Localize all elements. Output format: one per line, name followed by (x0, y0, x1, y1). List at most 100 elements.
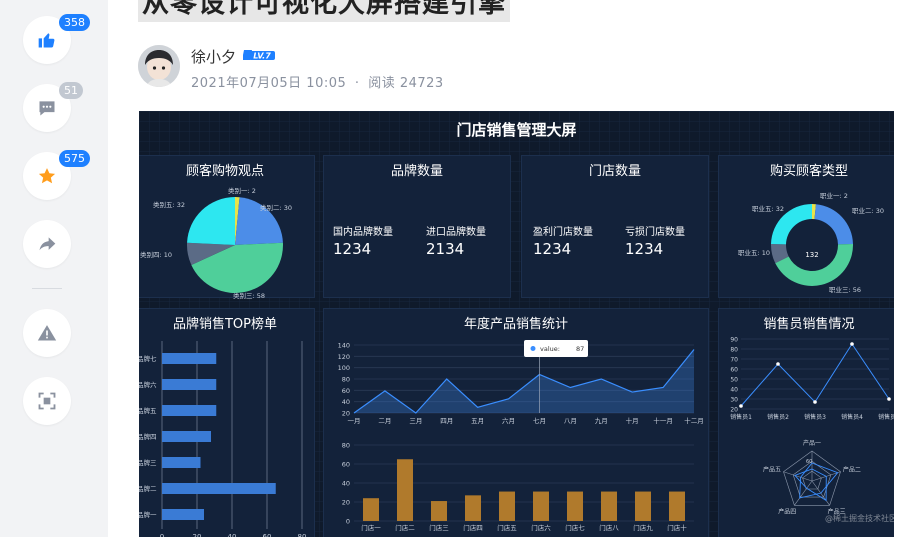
share-button[interactable] (23, 220, 71, 268)
slice-label: 类别一: 2 (228, 186, 256, 195)
article-sidebar: 358 51 575 (0, 0, 108, 537)
category-label: 门店二 (395, 523, 415, 532)
panel-brand-top: 品牌销售TOP榜单 0 20 40 60 80 品牌七 品牌六 品牌五 品牌四 品牌三 品牌二 品牌一 (139, 308, 315, 537)
like-count-badge: 358 (59, 14, 90, 31)
tick-label: 30 (730, 397, 738, 404)
level-text: LV.7 (253, 52, 271, 61)
data-point (813, 400, 817, 404)
stat-value: 1234 (333, 240, 372, 258)
author-name[interactable]: 徐小夕 (191, 46, 236, 67)
category-label: 品牌六 (139, 380, 157, 389)
category-label: 十月 (626, 416, 639, 425)
watermark: @稀土掘金技术社区 (825, 513, 894, 523)
radar-indicator-label: 产品五 (763, 465, 781, 473)
bar (601, 491, 617, 521)
tick-label: 40 (342, 480, 350, 488)
sidebar-divider (32, 288, 62, 289)
collect-button[interactable]: 575 (23, 150, 90, 200)
article-main: 从零设计可视化大屏搭建引擎 徐小夕 LV.7 2021年07月05日 10:05… (108, 0, 918, 537)
category-label: 八月 (564, 417, 577, 425)
bar (162, 405, 217, 416)
bar (162, 509, 204, 520)
category-label: 十二月 (684, 416, 704, 425)
bar (465, 495, 481, 521)
dashboard-screenshot: 门店销售管理大屏 顾客购物观点 类别一: 2 类别二: 30 类别三: 58 类别四:… (139, 111, 894, 537)
tick-label: 20 (730, 407, 738, 414)
fullscreen-button[interactable] (23, 377, 71, 425)
slice-label: 职业一: 2 (820, 191, 848, 200)
tick-label: 20 (193, 533, 202, 537)
bar (397, 459, 413, 521)
comment-icon (39, 101, 55, 116)
category-label: 四月 (440, 417, 453, 425)
tick-label: 20 (342, 499, 350, 507)
tooltip-marker (530, 346, 536, 351)
article-title: 从零设计可视化大屏搭建引擎 (138, 0, 510, 22)
category-label: 七月 (533, 416, 546, 425)
slice-label: 职业五: 10 (738, 248, 770, 257)
tick-label: 140 (338, 342, 350, 350)
stat-label: 盈利门店数量 (533, 227, 593, 238)
data-point (739, 404, 743, 408)
bar (162, 483, 276, 494)
panel-customer-view: 顾客购物观点 类别一: 2 类别二: 30 类别三: 58 类别四: 10 类别五: 3… (139, 155, 315, 299)
category-label: 品牌二 (139, 484, 157, 493)
category-label: 销售员2 (767, 413, 789, 421)
comment-button[interactable]: 51 (23, 82, 83, 132)
author-avatar[interactable] (138, 45, 180, 87)
stat-value: 1234 (533, 240, 572, 258)
slice-label: 职业三: 56 (829, 285, 861, 294)
customer-type-donut-chart: 职业一: 2 职业二: 30 职业三: 56 职业五: 10 职业五: 32 132 (738, 191, 884, 294)
bar (162, 353, 217, 364)
publish-date: 2021年07月05日 10:05 (191, 76, 347, 91)
fullscreen-icon (38, 392, 56, 410)
customer-view-pie-chart: 类别一: 2 类别二: 30 类别三: 58 类别四: 10 类别五: 32 (140, 186, 292, 299)
donut-center-value: 132 (805, 251, 818, 259)
thumbs-up-icon (38, 33, 55, 48)
bar (431, 501, 447, 521)
category-label: 门店六 (531, 523, 551, 532)
category-label: 销售员4 (841, 413, 863, 421)
bar (162, 457, 201, 468)
radar-indicator-label: 产品二 (843, 465, 861, 473)
bar (162, 431, 211, 442)
comment-count-badge: 51 (59, 82, 83, 99)
series-line (740, 343, 890, 407)
pie-slice (187, 197, 235, 245)
category-label: 门店四 (463, 523, 483, 532)
tick-label: 0 (346, 518, 350, 526)
salesperson-charts: 20 30 40 50 60 70 80 90 销售员1 销售员2 销售员3 销售员4 销售员5 产品一产… (730, 337, 894, 524)
star-icon (38, 168, 56, 184)
tick-label: 80 (298, 533, 307, 537)
category-label: 门店一 (361, 523, 381, 532)
category-label: 三月 (409, 417, 422, 425)
report-button[interactable] (23, 309, 71, 357)
tick-label: 50 (730, 377, 738, 384)
meta-separator: · (354, 76, 360, 91)
panel-salesperson: 销售员销售情况 20 30 40 50 60 70 80 90 销售员1 销售员2 销售员3 销售员4… (718, 308, 894, 537)
tick-label: 40 (730, 387, 738, 394)
tick-label: 40 (342, 398, 350, 406)
tick-label: 60 (730, 367, 738, 374)
category-label: 门店十 (667, 523, 687, 532)
slice-label: 类别五: 32 (153, 200, 185, 209)
panel-brand-count: 品牌数量 国内品牌数量 1234 进口品牌数量 2134 (323, 155, 511, 298)
bar (567, 491, 583, 521)
tick-label: 60 (263, 533, 272, 537)
bar (363, 498, 379, 521)
category-label: 门店八 (599, 523, 619, 532)
slice-label: 类别二: 30 (260, 203, 292, 212)
bar (635, 491, 651, 521)
tick-label: 120 (338, 353, 350, 361)
bar (669, 491, 685, 521)
tick-label: 80 (730, 347, 738, 354)
tick-label: 80 (342, 376, 350, 384)
like-button[interactable]: 358 (23, 14, 90, 64)
tick-label: 70 (730, 357, 738, 364)
radar-axis (783, 471, 813, 482)
category-label: 十一月 (653, 416, 673, 425)
panel-customer-type: 购买顾客类型 职业一: 2 职业二: 30 职业三: 56 职业五: 10 职业五: 3… (718, 155, 894, 298)
category-label: 门店七 (565, 523, 585, 532)
category-label: 五月 (471, 417, 484, 425)
radar-indicator-label: 产品四 (778, 508, 796, 516)
